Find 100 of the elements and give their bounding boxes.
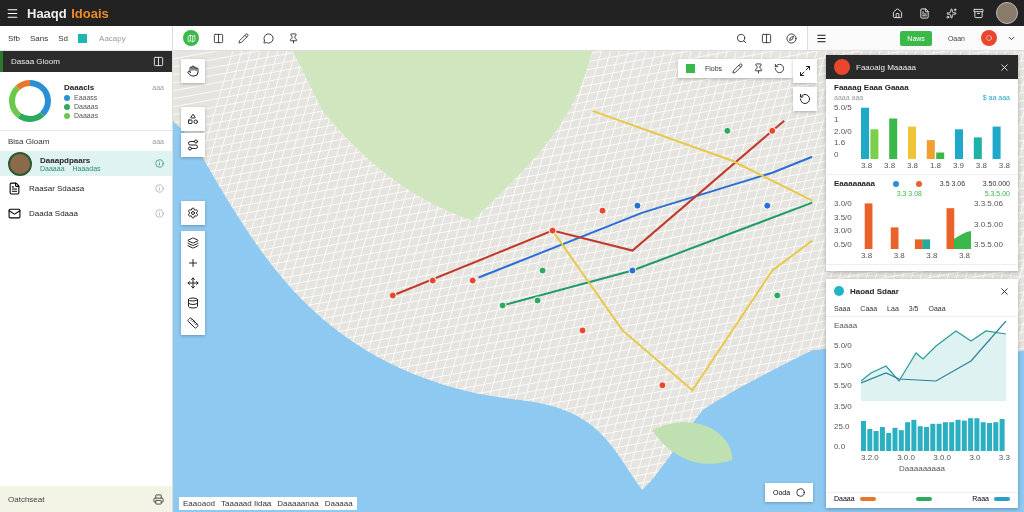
axis-label: 3.8 — [975, 161, 987, 170]
pencil-icon[interactable] — [238, 32, 249, 44]
axis-label: 0.0 — [834, 441, 847, 451]
app-name-accent: Idoais — [71, 6, 109, 21]
map-pin[interactable] — [388, 291, 397, 300]
route-tool-button[interactable] — [187, 139, 199, 151]
axis-label: 3.0.0 — [897, 453, 915, 462]
avatar — [8, 151, 32, 176]
menu-icon[interactable] — [816, 32, 827, 44]
section-title: Faaaag Eaaa Gaaaa — [834, 83, 910, 92]
chart-bar — [890, 227, 899, 249]
pencil-icon[interactable] — [732, 63, 744, 74]
map-pin[interactable] — [428, 276, 437, 285]
pin-icon[interactable] — [753, 63, 765, 74]
map-pin[interactable] — [773, 291, 782, 300]
map-pin[interactable] — [598, 206, 607, 215]
chart-bar — [973, 137, 982, 159]
layers-button[interactable] — [187, 237, 199, 249]
map-pin[interactable] — [768, 126, 777, 135]
axis-label: 3.8 — [958, 251, 970, 260]
panel-title: Dasaa Gioom — [11, 57, 60, 66]
printer-icon[interactable] — [153, 493, 164, 505]
area-shape — [953, 231, 971, 249]
axis-label: 3.8 — [893, 251, 905, 260]
app-name: Haaqd — [27, 6, 67, 21]
axis-label: 5.0/0 — [834, 341, 853, 351]
attribution-text: Daaaaanaa — [277, 499, 319, 508]
map-pin[interactable] — [498, 301, 507, 310]
axis-label: 0.5/0 — [834, 239, 853, 249]
compass-icon[interactable] — [786, 32, 797, 44]
archive-icon[interactable] — [973, 7, 984, 19]
axis-label: 3.9 — [952, 161, 964, 170]
map-pin[interactable] — [723, 126, 732, 135]
axis-label: 5.5/0 — [834, 381, 853, 391]
document-icon[interactable] — [919, 7, 930, 19]
axis-label: 1.8 — [929, 161, 942, 170]
rotate-icon[interactable] — [774, 63, 786, 74]
ruler-button[interactable] — [187, 317, 199, 329]
map-pin[interactable] — [533, 296, 542, 305]
section-title: Eaaaaaaaa — [834, 179, 875, 188]
axis-label: 1 — [834, 114, 840, 124]
sparkle-icon[interactable] — [946, 7, 957, 19]
close-icon[interactable] — [999, 61, 1010, 73]
list-item[interactable]: Daada Sdaaa — [0, 201, 172, 226]
fullscreen-button[interactable] — [799, 65, 811, 77]
home-icon[interactable] — [892, 7, 903, 19]
axis-label: 3.5/0 — [834, 401, 853, 411]
axis-label: 2.0/0 — [834, 126, 853, 136]
chart-bar — [992, 126, 1001, 159]
list-item[interactable]: Raasar Sdaasa — [0, 176, 172, 201]
chart-bar — [922, 239, 931, 249]
axis-label: 3.5.5.00 — [974, 240, 1004, 249]
toolbar-label[interactable]: Sans — [30, 33, 49, 43]
map-pin[interactable] — [468, 276, 477, 285]
axis-label: 3.8 — [998, 161, 1010, 170]
zoom-in-button[interactable] — [187, 257, 199, 269]
chart-bar — [908, 126, 916, 159]
map-pin[interactable] — [538, 266, 547, 275]
chart-bar — [864, 203, 873, 249]
map-pin[interactable] — [548, 226, 557, 235]
document-icon — [8, 182, 21, 195]
route-line[interactable] — [477, 155, 814, 279]
axis-label: 3.0 — [969, 453, 981, 462]
close-icon[interactable] — [999, 285, 1010, 297]
map-pin[interactable] — [633, 201, 642, 210]
axis-label: 3.8 — [861, 251, 873, 260]
map-mode-button[interactable] — [183, 30, 199, 46]
axis-label: 1.6 — [834, 138, 847, 148]
toolbar-label[interactable]: Sd — [58, 33, 69, 43]
user-avatar[interactable] — [996, 2, 1018, 24]
axis-label: 3.3.5.06 — [974, 199, 1004, 208]
search-field[interactable]: Aacapy — [97, 32, 162, 44]
axis-label: 3.5/0 — [834, 212, 853, 222]
settings-button[interactable] — [187, 207, 199, 219]
pin-icon[interactable] — [288, 32, 299, 44]
donut-chart-drawing — [8, 79, 52, 123]
map-pin[interactable] — [628, 266, 637, 275]
circle-icon — [986, 35, 992, 41]
columns-icon[interactable] — [761, 32, 772, 44]
toolbar-label[interactable]: Sfb — [8, 33, 20, 43]
chart-bar — [889, 118, 898, 159]
comment-icon[interactable] — [263, 32, 274, 44]
move-button[interactable] — [187, 277, 199, 289]
menu-icon[interactable] — [6, 6, 19, 20]
rotate-button[interactable] — [799, 93, 811, 105]
attribution-text: Daaaaa — [324, 499, 353, 508]
profile-button[interactable] — [981, 30, 997, 46]
panel-icon[interactable] — [213, 32, 224, 44]
map-pin[interactable] — [658, 381, 667, 390]
search-icon[interactable] — [736, 32, 747, 44]
chart-bar — [946, 208, 955, 249]
info-icon — [155, 209, 164, 218]
map-pin[interactable] — [578, 326, 587, 335]
shape-tool-button[interactable] — [187, 113, 199, 125]
info-icon — [155, 184, 164, 193]
axis-label: 3.8 — [883, 161, 896, 170]
axis-label: 3.5/0 — [834, 361, 853, 371]
database-button[interactable] — [187, 297, 199, 309]
map-tool-button[interactable] — [187, 65, 199, 77]
map-pin[interactable] — [763, 201, 772, 210]
